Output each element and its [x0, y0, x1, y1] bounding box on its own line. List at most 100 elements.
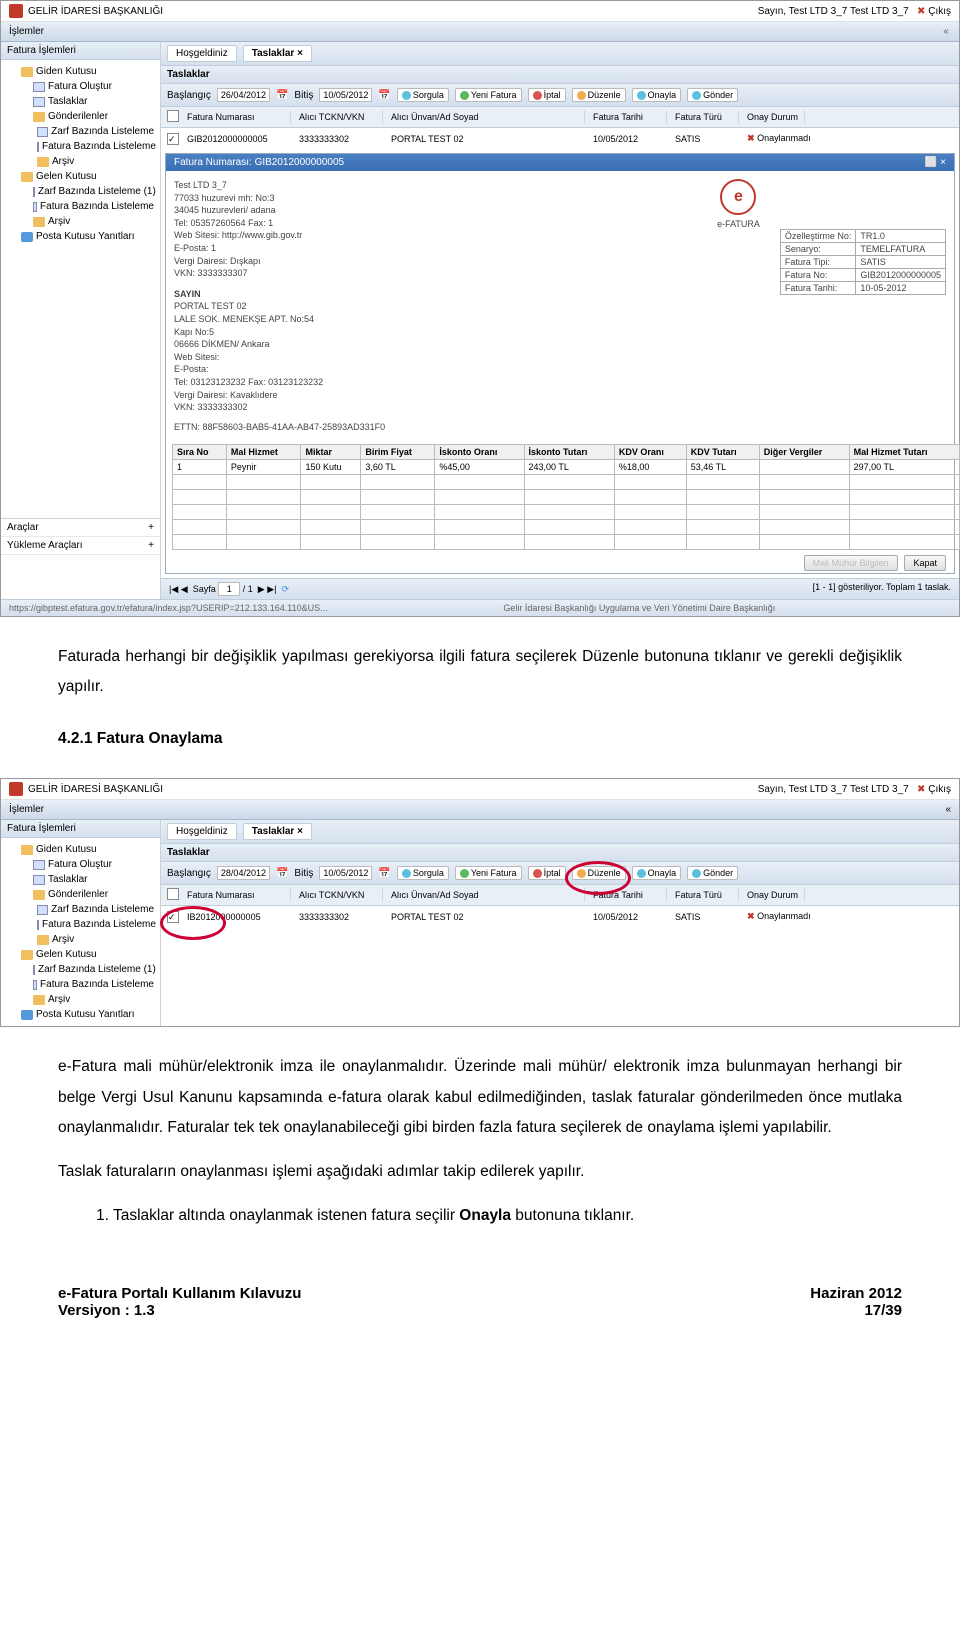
collapse-icon[interactable]: « [945, 804, 951, 815]
folder-icon [33, 217, 45, 227]
close-icon[interactable]: × [940, 157, 946, 168]
search-icon [402, 91, 411, 100]
onayla-button[interactable]: Onayla [632, 866, 682, 880]
menu-islemler[interactable]: İşlemler [9, 26, 44, 37]
folder-icon [21, 172, 33, 182]
yeni-button[interactable]: Yeni Fatura [455, 88, 522, 102]
tree-zarf[interactable]: Zarf Bazında Listeleme [51, 126, 154, 137]
tree-olustur[interactable]: Fatura Oluştur [48, 81, 112, 92]
line-items-table: Sıra NoMal HizmetMiktar Birim Fiyatİskon… [172, 444, 960, 550]
app-topbar: GELİR İDARESİ BAŞKANLIĞI Sayın, Test LTD… [1, 779, 959, 800]
gonder-button[interactable]: Gönder [687, 88, 738, 102]
onayla-button[interactable]: Onayla [632, 88, 682, 102]
tree-gelen[interactable]: Gelen Kutusu [36, 171, 97, 182]
tree-arsiv[interactable]: Arşiv [52, 156, 74, 167]
edit-icon [577, 91, 586, 100]
logout-link[interactable]: Çıkış [928, 6, 951, 17]
status-url: https://gibptest.efatura.gov.tr/efatura/… [9, 603, 328, 613]
minus-icon [533, 91, 542, 100]
pager-first-icon[interactable]: |◀ [169, 584, 178, 594]
foot-r1: Haziran 2012 [810, 1285, 902, 1302]
collapse-icon[interactable]: « [941, 26, 951, 37]
pager-prev-icon[interactable]: ◀ [181, 584, 188, 594]
user-label: Sayın, Test LTD 3_7 Test LTD 3_7 [758, 784, 909, 795]
iptal-button[interactable]: İptal [528, 88, 566, 102]
refresh-icon[interactable]: ⟳ [282, 584, 290, 594]
col-onay[interactable]: Onay Durum [741, 110, 805, 124]
recv-l8: VKN: 3333333302 [174, 401, 697, 414]
logout-link[interactable]: Çıkış [928, 784, 951, 795]
kapat-button[interactable]: Kapat [904, 555, 946, 571]
cal-icon[interactable]: 📅 [276, 90, 288, 101]
cell-unvan: PORTAL TEST 02 [385, 132, 585, 146]
line-row[interactable]: 1Peynir150 Kutu 3,60 TL%45,00243,00 TL %… [173, 459, 960, 474]
baslangic-input[interactable]: 26/04/2012 [217, 88, 270, 102]
duzenle-button-circled[interactable]: Düzenle [572, 866, 626, 880]
col-tur[interactable]: Fatura Türü [669, 110, 739, 124]
recv-l2: Kapı No:5 [174, 326, 697, 339]
tab-taslaklar[interactable]: Taslaklar × [243, 823, 312, 840]
cell-tur: SATIS [669, 132, 739, 146]
tree-fatura-baz2[interactable]: Fatura Bazında Listeleme [40, 201, 154, 212]
col-faturano[interactable]: Fatura Numarası [181, 110, 291, 124]
cal-icon[interactable]: 📅 [378, 868, 390, 879]
doc-li1: 1. Taslaklar altında onaylanmak istenen … [96, 1201, 902, 1231]
tree-arsiv2[interactable]: Arşiv [48, 216, 70, 227]
mali-muhur-button[interactable]: Mali Mühür Bilgileri [804, 555, 898, 571]
grid-header: Fatura Numarası Alıcı TCKN/VKN Alıcı Ünv… [161, 107, 959, 128]
menu-strip: İşlemler « [1, 22, 959, 42]
plus-icon[interactable]: + [148, 540, 154, 551]
col-tckn[interactable]: Alıcı TCKN/VKN [293, 110, 383, 124]
cal-icon[interactable]: 📅 [378, 90, 390, 101]
select-all-checkbox[interactable] [167, 110, 179, 122]
yukleme[interactable]: Yükleme Araçları [7, 540, 83, 551]
detail-window: Fatura Numarası: GIB2012000000005 ⬜ × Te… [165, 153, 955, 574]
plus-icon[interactable]: + [148, 522, 154, 533]
pager-last-icon[interactable]: ▶| [267, 584, 276, 594]
col-unvan[interactable]: Alıcı Ünvan/Ad Soyad [385, 110, 585, 124]
pager-next-icon[interactable]: ▶ [258, 584, 265, 594]
menu-islemler[interactable]: İşlemler [9, 804, 44, 815]
grid-row[interactable]: ✓ GIB2012000000005 3333333302 PORTAL TES… [161, 128, 959, 149]
cal-icon[interactable]: 📅 [276, 868, 288, 879]
sidebar-header: Fatura İşlemleri [1, 42, 160, 60]
tree-fatura-baz[interactable]: Fatura Bazında Listeleme [42, 141, 156, 152]
sorgula-button[interactable]: Sorgula [397, 866, 449, 880]
file-icon [37, 127, 48, 137]
select-all-checkbox[interactable] [167, 888, 179, 900]
araclar[interactable]: Araçlar [7, 522, 39, 533]
yeni-button[interactable]: Yeni Fatura [455, 866, 522, 880]
grid-row[interactable]: ✓ IB2012000000005 3333333302 PORTAL TEST… [161, 906, 959, 927]
tree-taslaklar[interactable]: Taslaklar [48, 96, 87, 107]
bitis-input[interactable]: 10/05/2012 [319, 88, 372, 102]
recv-l7: Vergi Dairesi: Kavaklıdere [174, 389, 697, 402]
iptal-button[interactable]: İptal [528, 866, 566, 880]
duzenle-button[interactable]: Düzenle [572, 88, 626, 102]
tab-taslaklar[interactable]: Taslaklar × [243, 45, 312, 62]
tab-hosgeldiniz[interactable]: Hoşgeldiniz [167, 45, 237, 62]
sender-l6: Vergi Dairesi: Dışkapı [174, 255, 697, 268]
baslangic-label: Başlangıç [167, 90, 211, 101]
bitis-input[interactable]: 10/05/2012 [319, 866, 372, 880]
tree-posta[interactable]: Posta Kutusu Yanıtları [36, 231, 135, 242]
row-checkbox-circled[interactable]: ✓ [167, 911, 179, 923]
recv-name: PORTAL TEST 02 [174, 300, 697, 313]
app-topbar: GELİR İDARESİ BAŞKANLIĞI Sayın, Test LTD… [1, 1, 959, 22]
tree-zarf2[interactable]: Zarf Bazında Listeleme (1) [38, 186, 156, 197]
sender-l1: 77033 huzurevi mh: No:3 [174, 192, 697, 205]
panel-title: Taslaklar [161, 66, 959, 84]
sorgula-button[interactable]: Sorgula [397, 88, 449, 102]
row-checkbox[interactable]: ✓ [167, 133, 179, 145]
pager-info: [1 - 1] gösteriliyor. Toplam 1 taslak. [813, 582, 951, 596]
tab-hosgeldiniz[interactable]: Hoşgeldiniz [167, 823, 237, 840]
bitis-label: Bitiş [294, 90, 313, 101]
col-tarih[interactable]: Fatura Tarihi [587, 110, 667, 124]
baslangic-input[interactable]: 28/04/2012 [217, 866, 270, 880]
tree-gonderilenler[interactable]: Gönderilenler [48, 111, 108, 122]
gonder-button[interactable]: Gönder [687, 866, 738, 880]
tree-giden[interactable]: Giden Kutusu [36, 66, 97, 77]
close-icon[interactable]: × [297, 48, 303, 59]
expand-icon[interactable]: ⬜ [925, 157, 937, 168]
sender-l2: 34045 huzurevleri/ adana [174, 204, 697, 217]
page-input[interactable]: 1 [218, 582, 240, 596]
